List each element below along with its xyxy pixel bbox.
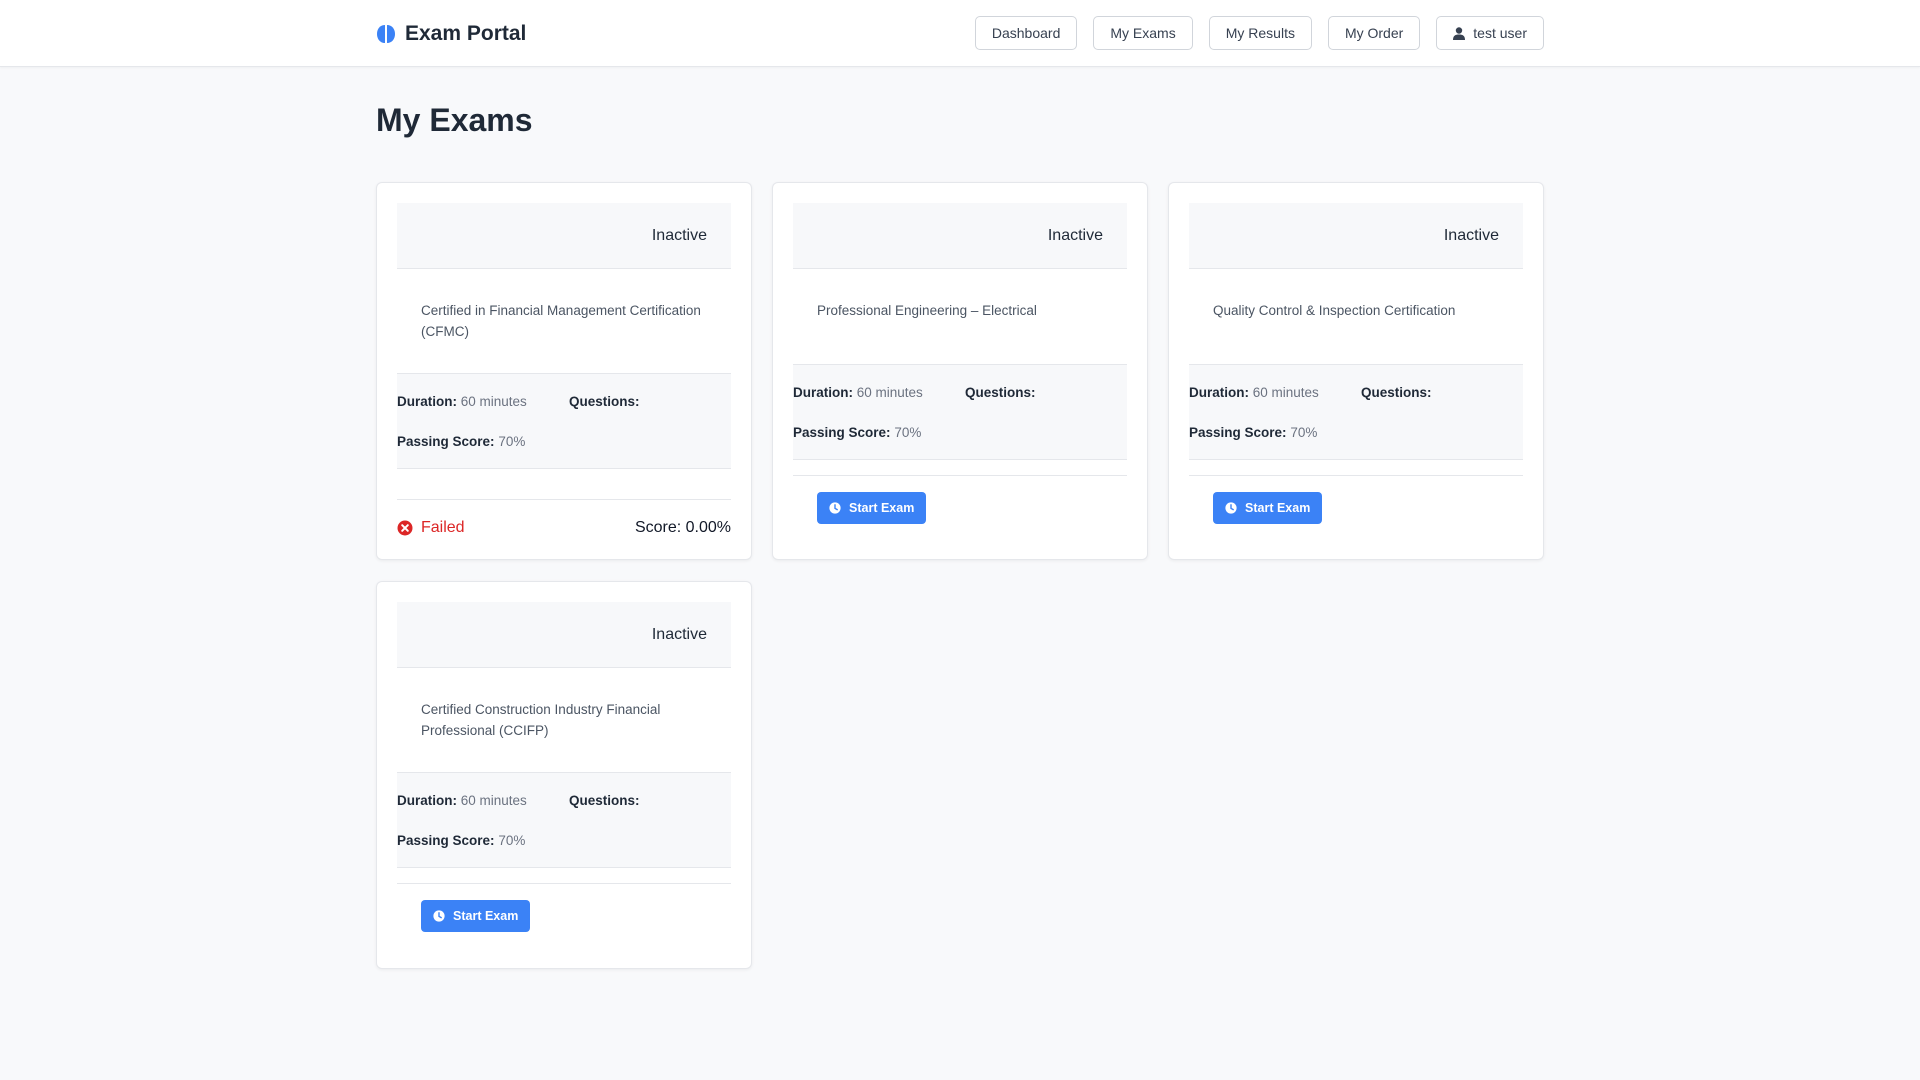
exam-questions: Questions: [1361,385,1432,400]
duration-label: Duration: [1189,385,1249,400]
passing-score-value: 70% [498,434,526,449]
exam-passing-score: Passing Score: 70% [397,833,525,848]
exam-title: Professional Engineering – Electrical [817,303,1037,318]
passing-score-label: Passing Score: [397,434,495,449]
start-exam-label: Start Exam [1245,501,1311,515]
exam-card: Inactive Professional Engineering – Elec… [772,182,1148,560]
clock-icon [829,502,841,514]
brain-icon [376,24,396,44]
duration-value: 60 minutes [1252,385,1319,400]
exam-passing-score: Passing Score: 70% [397,434,525,449]
exam-score: Score: 0.00% [634,519,731,536]
nav-my-order-button[interactable]: My Order [1327,16,1421,50]
exam-info: Duration: 60 minutes Questions: Passing … [1189,364,1523,460]
exam-card: Inactive Certified in Financial Manageme… [376,182,752,560]
clock-icon [433,910,445,922]
user-name: test user [1473,25,1527,41]
user-menu-button[interactable]: test user [1436,16,1544,50]
nav-my-results-button[interactable]: My Results [1208,16,1312,50]
questions-label: Questions: [569,394,640,409]
exam-card-footer: Start Exam [1189,475,1523,536]
exam-card: Inactive Certified Construction Industry… [376,581,752,969]
duration-label: Duration: [397,394,457,409]
exam-questions: Questions: [569,394,640,409]
nav-my-exams-button[interactable]: My Exams [1093,16,1193,50]
start-exam-label: Start Exam [849,501,915,515]
questions-label: Questions: [569,793,640,808]
nav-dashboard-button[interactable]: Dashboard [974,16,1078,50]
exam-passing-score: Passing Score: 70% [1189,425,1317,440]
passing-score-label: Passing Score: [793,425,891,440]
exam-card-footer: Start Exam [397,883,731,944]
exam-status: Inactive [651,625,707,643]
exam-info: Duration: 60 minutes Questions: Passing … [397,373,731,469]
brand-name: Exam Portal [405,22,527,45]
brand-logo[interactable]: Exam Portal [376,20,526,48]
exam-info: Duration: 60 minutes Questions: Passing … [793,364,1127,460]
questions-label: Questions: [965,385,1036,400]
failed-status: Failed [397,519,465,537]
start-exam-label: Start Exam [453,909,519,923]
duration-value: 60 minutes [460,793,527,808]
duration-label: Duration: [397,793,457,808]
passing-score-label: Passing Score: [397,833,495,848]
exam-status: Inactive [1443,226,1499,244]
exam-status: Inactive [651,226,707,244]
exam-info: Duration: 60 minutes Questions: Passing … [397,772,731,868]
exam-title: Quality Control & Inspection Certificati… [1213,303,1456,318]
clock-icon [1225,502,1237,514]
passing-score-value: 70% [1290,425,1318,440]
page-title: My Exams [376,102,533,138]
nav-links: Dashboard My Exams My Results My Order t… [974,16,1544,50]
exam-questions: Questions: [965,385,1036,400]
exam-status: Inactive [1047,226,1103,244]
exam-card-header: Inactive [793,203,1127,269]
exam-card-header: Inactive [397,602,731,668]
exam-duration: Duration: 60 minutes [1189,385,1319,400]
exam-card-header: Inactive [397,203,731,269]
exam-title: Certified in Financial Management Certif… [421,303,701,339]
exam-card-footer: Start Exam [793,475,1127,536]
start-exam-button[interactable]: Start Exam [817,492,927,524]
duration-label: Duration: [793,385,853,400]
failed-label: Failed [421,519,465,536]
duration-value: 60 minutes [460,394,527,409]
exam-duration: Duration: 60 minutes [397,793,527,808]
passing-score-value: 70% [894,425,922,440]
start-exam-button[interactable]: Start Exam [421,900,531,932]
exam-result: Failed Score: 0.00% [397,518,731,538]
failed-x-icon [397,520,413,536]
exam-card-header: Inactive [1189,203,1523,269]
user-icon [1453,26,1466,40]
exam-card-footer: Failed Score: 0.00% [397,499,731,550]
exam-title: Certified Construction Industry Financia… [421,702,661,738]
top-navbar: Exam Portal Dashboard My Exams My Result… [0,0,1920,67]
exam-duration: Duration: 60 minutes [793,385,923,400]
start-exam-button[interactable]: Start Exam [1213,492,1323,524]
exam-questions: Questions: [569,793,640,808]
exam-duration: Duration: 60 minutes [397,394,527,409]
passing-score-label: Passing Score: [1189,425,1287,440]
questions-label: Questions: [1361,385,1432,400]
exam-card: Inactive Quality Control & Inspection Ce… [1168,182,1544,560]
duration-value: 60 minutes [856,385,923,400]
passing-score-value: 70% [498,833,526,848]
exam-passing-score: Passing Score: 70% [793,425,921,440]
